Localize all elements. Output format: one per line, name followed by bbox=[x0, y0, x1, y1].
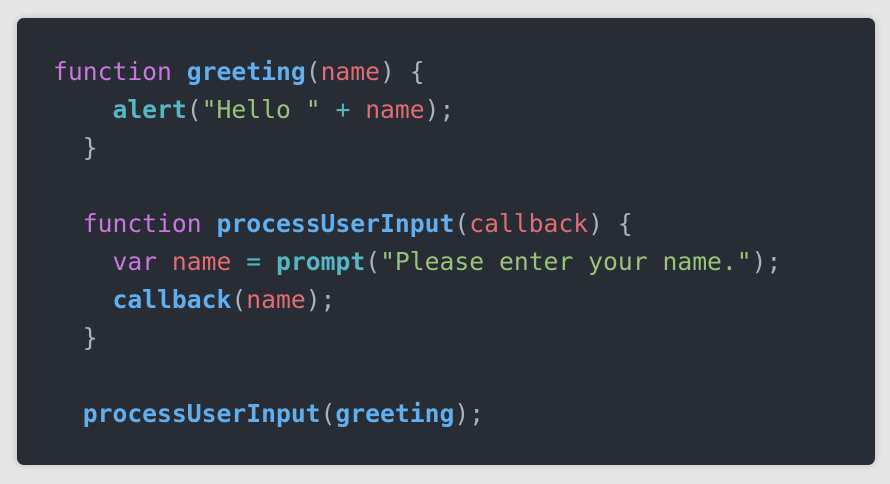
code-token: "Hello " bbox=[201, 95, 321, 124]
code-token: + bbox=[335, 95, 351, 124]
code-token: ) { bbox=[588, 209, 633, 238]
code-token: ); bbox=[424, 95, 455, 124]
code-token: ( bbox=[454, 209, 470, 238]
code-token: ( bbox=[320, 399, 336, 428]
code-token: function bbox=[53, 57, 172, 86]
code-line: processUserInput(greeting); bbox=[53, 395, 781, 433]
code-token: "Please enter your name." bbox=[380, 247, 752, 276]
code-token: ( bbox=[231, 285, 247, 314]
code-token: function bbox=[82, 209, 202, 238]
code-token: ( bbox=[365, 247, 381, 276]
code-token: processUserInput bbox=[82, 399, 321, 428]
code-token: name bbox=[320, 57, 381, 86]
code-token: var bbox=[112, 247, 158, 276]
code-line: } bbox=[53, 319, 781, 357]
code-view: function greeting(name) { alert("Hello "… bbox=[53, 53, 781, 433]
code-token: greeting bbox=[335, 399, 455, 428]
code-token: alert bbox=[112, 95, 187, 124]
code-token: callback bbox=[112, 285, 232, 314]
code-line: function greeting(name) { bbox=[53, 53, 781, 91]
code-token: processUserInput bbox=[216, 209, 455, 238]
code-token: callback bbox=[469, 209, 589, 238]
code-token: ( bbox=[186, 95, 202, 124]
code-line: var name = prompt("Please enter your nam… bbox=[53, 243, 781, 281]
code-line: } bbox=[53, 129, 781, 167]
code-token: ); bbox=[305, 285, 336, 314]
code-token: ( bbox=[305, 57, 321, 86]
code-token: greeting bbox=[186, 57, 306, 86]
code-line: callback(name); bbox=[53, 281, 781, 319]
code-token: name bbox=[246, 285, 306, 314]
code-token: ) { bbox=[380, 57, 425, 86]
code-token: name bbox=[171, 247, 232, 276]
code-token: = bbox=[246, 247, 262, 276]
code-block: function greeting(name) { alert("Hello "… bbox=[17, 18, 875, 465]
code-token: name bbox=[365, 95, 425, 124]
code-line: alert("Hello " + name); bbox=[53, 91, 781, 129]
code-token: prompt bbox=[276, 247, 366, 276]
code-token: } bbox=[53, 323, 98, 352]
code-token: } bbox=[53, 133, 98, 162]
code-token: ); bbox=[454, 399, 485, 428]
code-line: function processUserInput(callback) { bbox=[53, 205, 781, 243]
code-token: ); bbox=[751, 247, 782, 276]
